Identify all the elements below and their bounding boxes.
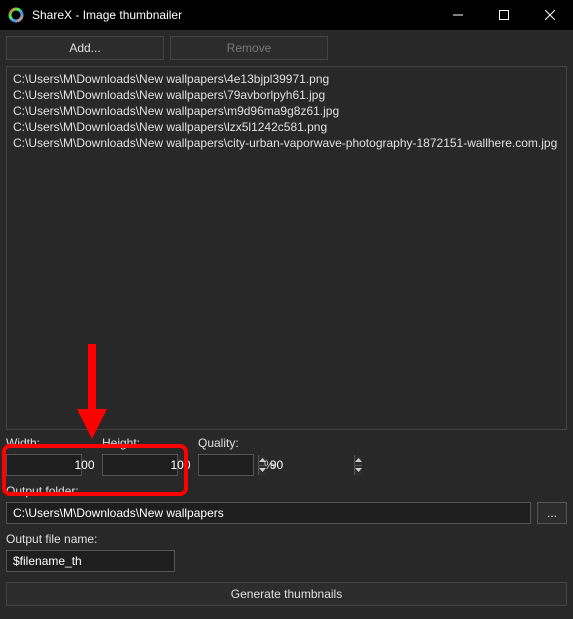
height-label: Height:	[102, 436, 178, 450]
close-button[interactable]	[527, 0, 573, 30]
output-folder-label: Output folder:	[6, 484, 567, 498]
percent-label: %	[264, 458, 275, 472]
quality-down-button[interactable]	[355, 466, 362, 476]
output-folder-input[interactable]	[6, 502, 531, 524]
list-item[interactable]: C:\Users\M\Downloads\New wallpapers\lzx5…	[13, 119, 560, 135]
width-label: Width:	[6, 436, 82, 450]
window-title: ShareX - Image thumbnailer	[32, 8, 435, 22]
browse-folder-button[interactable]: ...	[537, 502, 567, 524]
quality-label: Quality:	[198, 436, 254, 450]
sharex-app-icon	[8, 7, 24, 23]
maximize-button[interactable]	[481, 0, 527, 30]
quality-input[interactable]	[199, 455, 354, 475]
list-item[interactable]: C:\Users\M\Downloads\New wallpapers\m9d9…	[13, 103, 560, 119]
output-filename-label: Output file name:	[6, 532, 567, 546]
width-spinner[interactable]	[6, 454, 82, 476]
remove-button[interactable]: Remove	[170, 36, 328, 60]
titlebar: ShareX - Image thumbnailer	[0, 0, 573, 30]
list-item[interactable]: C:\Users\M\Downloads\New wallpapers\4e13…	[13, 71, 560, 87]
file-list[interactable]: C:\Users\M\Downloads\New wallpapers\4e13…	[6, 66, 567, 430]
generate-thumbnails-button[interactable]: Generate thumbnails	[6, 582, 567, 606]
add-button[interactable]: Add...	[6, 36, 164, 60]
minimize-button[interactable]	[435, 0, 481, 30]
window-controls	[435, 0, 573, 30]
height-spinner[interactable]	[102, 454, 178, 476]
list-item[interactable]: C:\Users\M\Downloads\New wallpapers\city…	[13, 135, 560, 151]
list-item[interactable]: C:\Users\M\Downloads\New wallpapers\79av…	[13, 87, 560, 103]
quality-spinner[interactable]	[198, 454, 254, 476]
output-filename-input[interactable]	[6, 550, 175, 572]
quality-up-button[interactable]	[355, 455, 362, 466]
